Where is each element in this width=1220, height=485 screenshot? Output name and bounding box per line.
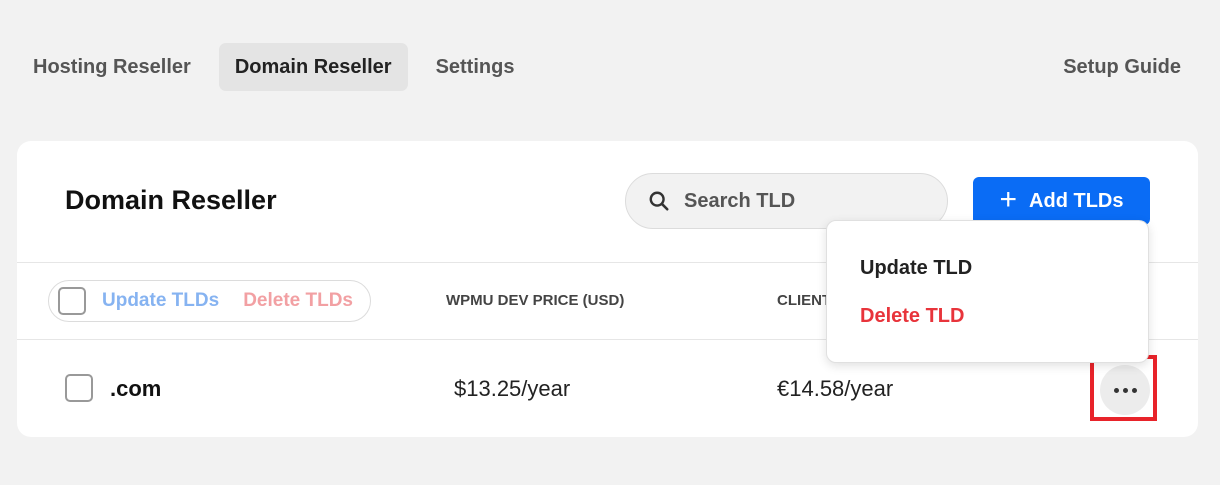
- search-icon: [649, 191, 669, 211]
- more-dot-icon: [1131, 387, 1137, 393]
- menu-delete-tld[interactable]: Delete TLD: [860, 305, 964, 328]
- add-tlds-button[interactable]: + Add TLDs: [973, 177, 1150, 225]
- column-header-client: CLIENT: [777, 292, 832, 309]
- select-all-checkbox[interactable]: [58, 287, 86, 315]
- bulk-actions: Update TLDs Delete TLDs: [48, 280, 371, 322]
- setup-guide-link[interactable]: Setup Guide: [1063, 43, 1181, 91]
- more-dot-icon: [1113, 387, 1119, 393]
- add-tlds-label: Add TLDs: [1029, 189, 1124, 212]
- row-actions-menu: Update TLD Delete TLD: [826, 220, 1149, 363]
- column-header-wpmu-price: WPMU DEV PRICE (USD): [446, 292, 625, 309]
- menu-update-tld[interactable]: Update TLD: [860, 257, 972, 280]
- client-price: €14.58/year: [777, 376, 894, 401]
- plus-icon: +: [999, 182, 1018, 216]
- top-nav: Hosting Reseller Domain Reseller Setting…: [17, 43, 542, 91]
- tab-domain-reseller[interactable]: Domain Reseller: [218, 43, 408, 91]
- wpmu-price: $13.25/year: [454, 376, 571, 401]
- domain-reseller-card: Domain Reseller + Add TLDs Update TLDs D…: [17, 141, 1198, 437]
- row-checkbox[interactable]: [65, 374, 93, 402]
- more-options-button[interactable]: [1100, 365, 1150, 415]
- bulk-update-button[interactable]: Update TLDs: [102, 290, 219, 312]
- search-input[interactable]: [684, 189, 924, 213]
- page-title: Domain Reseller: [65, 185, 277, 215]
- bulk-delete-button[interactable]: Delete TLDs: [243, 290, 353, 312]
- more-dot-icon: [1122, 387, 1128, 393]
- tab-settings[interactable]: Settings: [420, 43, 531, 91]
- tab-hosting-reseller[interactable]: Hosting Reseller: [17, 43, 207, 91]
- tld-name: .com: [110, 376, 162, 401]
